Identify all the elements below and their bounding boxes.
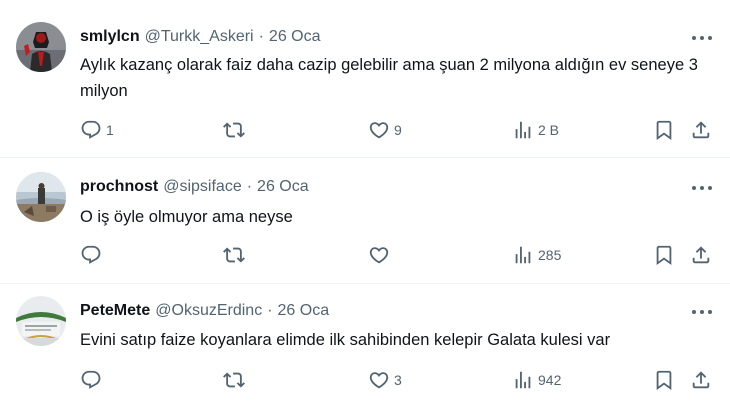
retweet-icon (223, 244, 245, 266)
like-count: 3 (394, 372, 402, 388)
display-name[interactable]: PeteMete (80, 302, 150, 320)
like-icon (368, 369, 390, 391)
tweet-header: PeteMete @OksuzErdinc · 26 Oca (80, 302, 329, 320)
user-handle[interactable]: @Turkk_Askeri (145, 28, 254, 46)
reply-icon (80, 369, 102, 391)
bookmark-button[interactable] (653, 243, 675, 267)
user-handle[interactable]: @OksuzErdinc (155, 302, 262, 320)
views-button[interactable]: 942 (512, 368, 561, 392)
view-count: 942 (538, 372, 562, 388)
view-count: 285 (538, 247, 562, 263)
like-button[interactable]: 9 (368, 118, 402, 142)
tweet[interactable]: smlylcn @Turkk_Askeri · 26 Oca Aylık kaz… (0, 0, 730, 158)
more-icon[interactable] (692, 185, 712, 191)
tweet-date[interactable]: 26 Oca (257, 178, 309, 196)
share-icon (690, 369, 712, 391)
tweet-header: prochnost @sipsiface · 26 Oca (80, 178, 309, 196)
tweet-text: O iş öyle olmuyor ama neyse (80, 208, 293, 226)
share-icon (690, 244, 712, 266)
more-icon[interactable] (692, 309, 712, 315)
retweet-icon (223, 369, 245, 391)
separator: · (267, 302, 273, 319)
bookmark-icon (653, 244, 675, 266)
tweet-text: Evini satıp faize koyanlara elimde ilk s… (80, 331, 611, 349)
avatar[interactable] (16, 172, 66, 222)
tweet-text: Aylık kazanç olarak faiz daha cazip gele… (80, 56, 698, 100)
bookmark-button[interactable] (653, 118, 675, 142)
separator: · (246, 178, 253, 195)
user-handle[interactable]: @sipsiface (163, 178, 242, 196)
bookmark-icon (653, 369, 675, 391)
view-count: 2 B (538, 122, 560, 138)
like-button[interactable] (368, 243, 394, 267)
tweet-date[interactable]: 26 Oca (269, 28, 321, 46)
reply-button[interactable]: 1 (80, 118, 114, 142)
separator: · (258, 28, 264, 45)
views-icon (512, 244, 534, 266)
like-icon (368, 119, 390, 141)
tweet-actions: 285 (80, 243, 716, 267)
share-button[interactable] (690, 243, 712, 267)
tweet-header: smlylcn @Turkk_Askeri · 26 Oca (80, 28, 321, 46)
display-name[interactable]: smlylcn (80, 28, 140, 46)
like-icon (368, 244, 390, 266)
views-button[interactable]: 285 (512, 243, 561, 267)
reply-button[interactable] (80, 243, 106, 267)
share-button[interactable] (690, 368, 712, 392)
views-button[interactable]: 2 B (512, 118, 559, 142)
tweet-date[interactable]: 26 Oca (278, 302, 330, 320)
display-name[interactable]: prochnost (80, 178, 158, 196)
tweet-actions: 3 942 (80, 368, 716, 392)
retweet-button[interactable] (223, 243, 249, 267)
reply-button[interactable] (80, 368, 106, 392)
bookmark-button[interactable] (653, 368, 675, 392)
retweet-button[interactable] (223, 368, 249, 392)
avatar[interactable] (16, 22, 66, 72)
avatar[interactable] (16, 296, 66, 346)
reply-icon (80, 244, 102, 266)
views-icon (512, 119, 534, 141)
like-count: 9 (394, 122, 402, 138)
more-icon[interactable] (692, 35, 712, 41)
retweet-button[interactable] (223, 118, 249, 142)
reply-count: 1 (106, 122, 114, 138)
reply-feed: smlylcn @Turkk_Askeri · 26 Oca Aylık kaz… (0, 0, 730, 420)
like-button[interactable]: 3 (368, 368, 402, 392)
tweet-actions: 1 9 2 B (80, 118, 716, 142)
share-button[interactable] (690, 118, 712, 142)
views-icon (512, 369, 534, 391)
share-icon (690, 119, 712, 141)
retweet-icon (223, 119, 245, 141)
bookmark-icon (653, 119, 675, 141)
reply-icon (80, 119, 102, 141)
